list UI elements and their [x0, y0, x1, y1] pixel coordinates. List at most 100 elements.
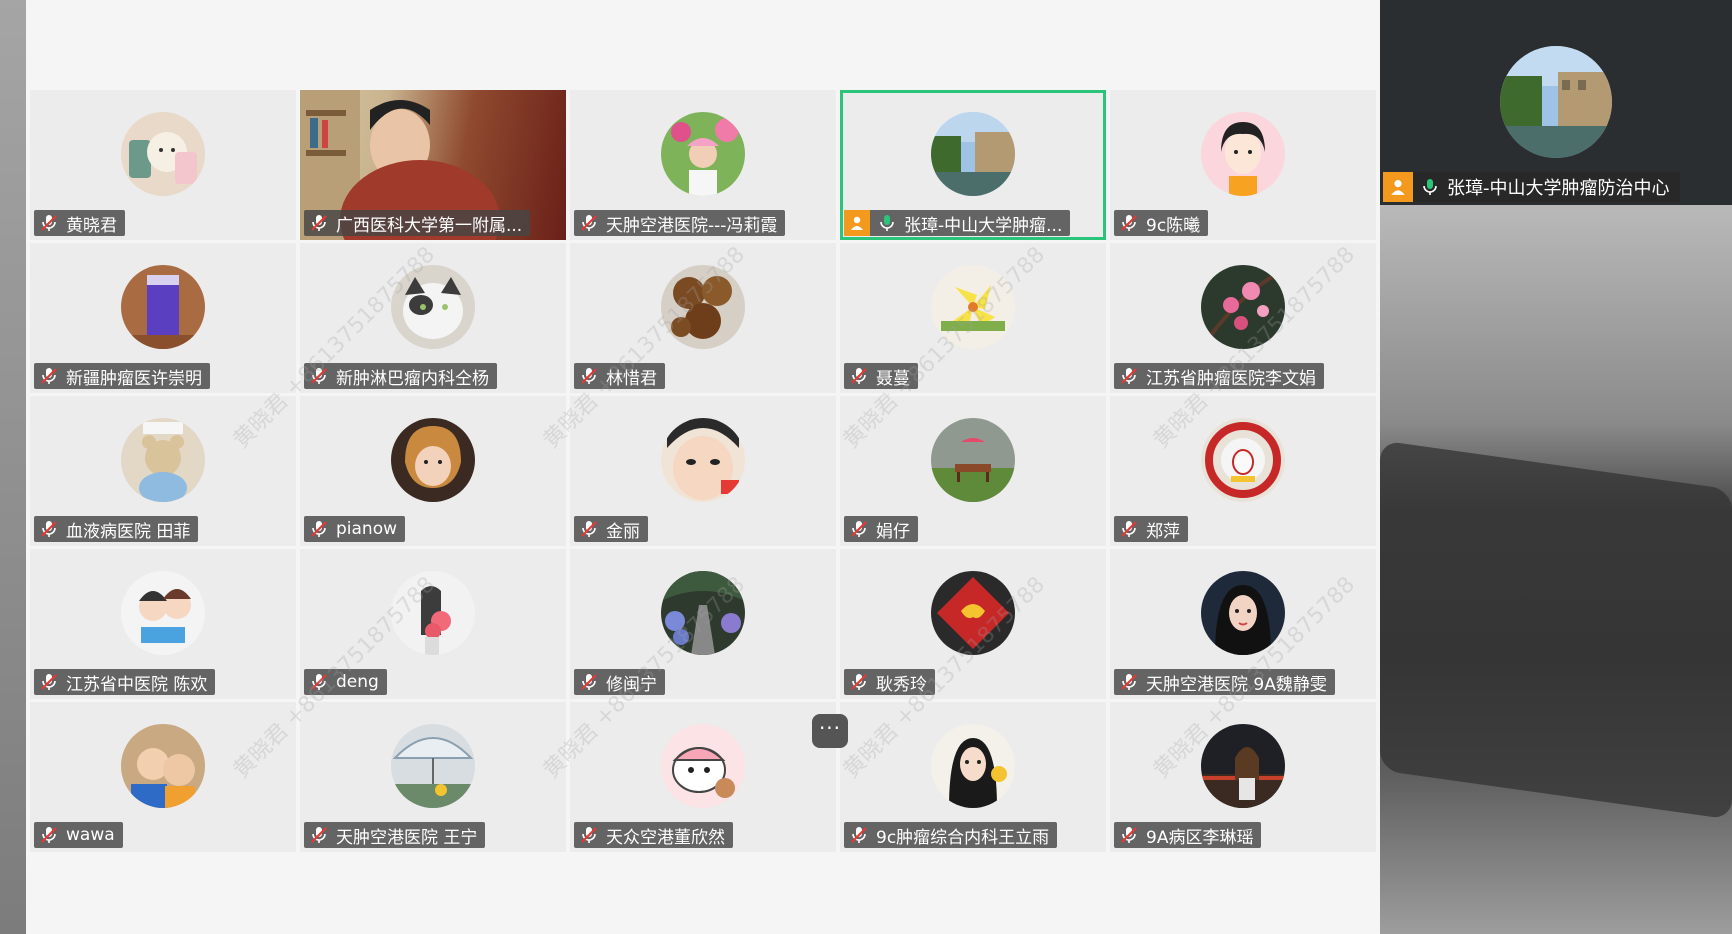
mic-muted-icon — [311, 674, 327, 690]
mic-muted-icon — [1121, 368, 1137, 384]
participant-name: wawa — [66, 825, 115, 845]
name-tag: 江苏省中医院 陈欢 — [34, 669, 216, 695]
speaker-avatar — [1500, 46, 1612, 158]
participant-tile[interactable]: 新肿淋巴瘤内科仝杨 — [300, 243, 566, 393]
participant-name: 张璋-中山大学肿瘤... — [904, 215, 1063, 236]
mic-active-icon — [880, 215, 894, 231]
more-options-button[interactable]: ··· — [812, 714, 848, 748]
participant-name: 江苏省中医院 陈欢 — [66, 674, 208, 695]
participant-tile[interactable]: 江苏省中医院 陈欢 — [30, 549, 296, 699]
mic-muted-icon — [851, 521, 867, 537]
participant-name: 郑萍 — [1146, 521, 1180, 542]
mic-muted-icon — [41, 215, 57, 231]
mic-muted-icon — [311, 215, 327, 231]
participant-tile[interactable]: 林惜君 — [570, 243, 836, 393]
participant-name: 天肿空港医院 王宁 — [336, 827, 478, 848]
name-tag: 9c陈曦 — [1114, 210, 1209, 236]
avatar — [391, 265, 475, 349]
name-tag: 新疆肿瘤医许崇明 — [34, 363, 210, 389]
participant-tile-active-speaker[interactable]: 张璋-中山大学肿瘤... — [840, 90, 1106, 240]
participant-tile[interactable]: 9c陈曦 — [1110, 90, 1376, 240]
avatar — [391, 418, 475, 502]
name-tag: 9c肿瘤综合内科王立雨 — [844, 822, 1058, 848]
avatar — [391, 724, 475, 808]
avatar — [931, 571, 1015, 655]
name-tag: 天肿空港医院 王宁 — [304, 822, 486, 848]
mic-muted-icon — [581, 674, 597, 690]
name-tag: 9A病区李琳瑶 — [1114, 822, 1262, 848]
participant-name: 聂蔓 — [876, 368, 910, 389]
participant-tile[interactable]: 天众空港董欣然 — [570, 702, 836, 852]
avatar — [661, 724, 745, 808]
avatar — [661, 265, 745, 349]
mic-muted-icon — [851, 674, 867, 690]
mic-muted-icon — [311, 368, 327, 384]
participant-name: 天肿空港医院 9A魏静雯 — [1146, 674, 1327, 695]
name-tag: 修闽宁 — [574, 669, 665, 695]
participant-name: 广西医科大学第一附属... — [336, 215, 523, 236]
name-tag: pianow — [304, 516, 406, 542]
host-icon — [844, 210, 870, 236]
participant-tile[interactable]: 聂蔓 — [840, 243, 1106, 393]
avatar — [121, 265, 205, 349]
active-speaker-view[interactable]: 张璋-中山大学肿瘤防治中心 — [1380, 0, 1732, 205]
participant-tile[interactable]: 新疆肿瘤医许崇明 — [30, 243, 296, 393]
name-tag: 天众空港董欣然 — [574, 822, 733, 848]
avatar — [1201, 112, 1285, 196]
participant-tile[interactable]: 耿秀玲 — [840, 549, 1106, 699]
name-tag: 新肿淋巴瘤内科仝杨 — [304, 363, 497, 389]
mic-muted-icon — [41, 521, 57, 537]
name-tag: 广西医科大学第一附属... — [304, 210, 531, 236]
participant-tile[interactable]: 9A病区李琳瑶 — [1110, 702, 1376, 852]
mic-muted-icon — [581, 521, 597, 537]
name-tag: 天肿空港医院 9A魏静雯 — [1114, 669, 1335, 695]
participant-name: 黄晓君 — [66, 215, 117, 236]
name-tag: 林惜君 — [574, 363, 665, 389]
blurred-object — [1380, 440, 1732, 820]
name-tag: 金丽 — [574, 516, 648, 542]
name-tag: 娟仔 — [844, 516, 918, 542]
speaker-name-tag: 张璋-中山大学肿瘤防治中心 — [1383, 172, 1680, 202]
participant-video-tile[interactable]: 广西医科大学第一附属... — [300, 90, 566, 240]
participant-tile[interactable]: 黄晓君 — [30, 90, 296, 240]
avatar — [121, 418, 205, 502]
mic-muted-icon — [581, 827, 597, 843]
avatar — [661, 112, 745, 196]
avatar — [931, 418, 1015, 502]
participant-name: 耿秀玲 — [876, 674, 927, 695]
participant-name: 9c肿瘤综合内科王立雨 — [876, 827, 1050, 848]
participant-tile[interactable]: wawa — [30, 702, 296, 852]
participant-name: 修闽宁 — [606, 674, 657, 695]
host-icon — [1383, 172, 1413, 202]
participant-name: 9c陈曦 — [1146, 215, 1201, 236]
participant-tile[interactable]: 9c肿瘤综合内科王立雨 — [840, 702, 1106, 852]
mic-active-icon — [1423, 179, 1437, 195]
name-tag: 黄晓君 — [34, 210, 125, 236]
name-tag: 天肿空港医院---冯莉霞 — [574, 210, 786, 236]
participant-tile[interactable]: 娟仔 — [840, 396, 1106, 546]
avatar — [121, 571, 205, 655]
name-tag: 耿秀玲 — [844, 669, 935, 695]
participant-tile[interactable]: 天肿空港医院 9A魏静雯 — [1110, 549, 1376, 699]
avatar — [931, 112, 1015, 196]
participant-tile[interactable]: 修闽宁 — [570, 549, 836, 699]
mic-muted-icon — [1121, 674, 1137, 690]
participant-tile[interactable]: 天肿空港医院---冯莉霞 — [570, 90, 836, 240]
avatar — [661, 418, 745, 502]
participant-tile[interactable]: 江苏省肿瘤医院李文娟 — [1110, 243, 1376, 393]
participant-tile[interactable]: pianow — [300, 396, 566, 546]
participant-tile[interactable]: deng — [300, 549, 566, 699]
participant-name: 江苏省肿瘤医院李文娟 — [1146, 368, 1316, 389]
participant-tile[interactable]: 金丽 — [570, 396, 836, 546]
mic-muted-icon — [311, 827, 327, 843]
mic-muted-icon — [851, 368, 867, 384]
participant-tile[interactable]: 天肿空港医院 王宁 — [300, 702, 566, 852]
mic-muted-icon — [1121, 521, 1137, 537]
mic-muted-icon — [581, 215, 597, 231]
left-window-edge — [0, 0, 26, 934]
participant-tile[interactable]: 血液病医院 田菲 — [30, 396, 296, 546]
name-tag: 江苏省肿瘤医院李文娟 — [1114, 363, 1324, 389]
shared-video-background — [1380, 205, 1732, 934]
participant-tile[interactable]: 郑萍 — [1110, 396, 1376, 546]
avatar — [121, 724, 205, 808]
